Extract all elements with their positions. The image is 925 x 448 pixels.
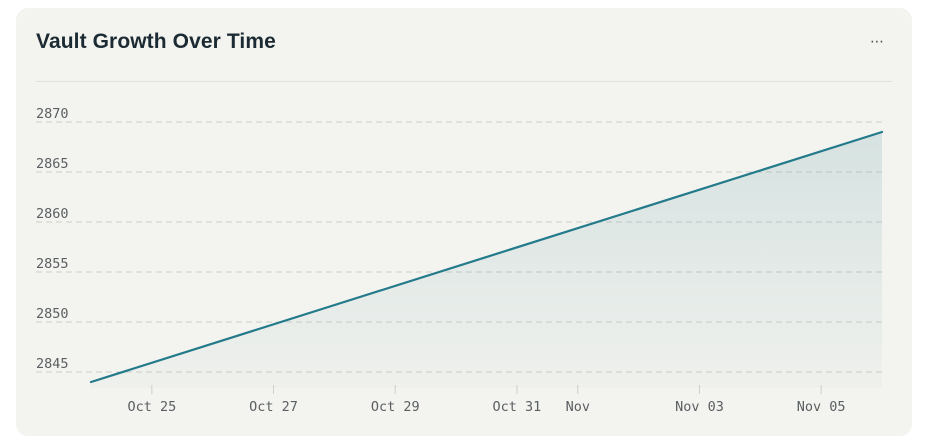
y-tick-label: 2860: [36, 206, 69, 222]
y-axis: 2845 2850 2855 2860 2865 2870: [36, 106, 69, 372]
y-tick-label: 2870: [36, 106, 69, 122]
x-tick-label: Nov: [566, 399, 590, 415]
series-layer: [89, 130, 884, 388]
y-tick-label: 2850: [36, 306, 69, 322]
x-tick-label: Oct 29: [371, 399, 420, 415]
y-tick-label: 2865: [36, 156, 69, 172]
x-tick-label: Nov 03: [675, 399, 724, 415]
vault-growth-chart: 284528502855286028652870 Oct 25 Oct 27 Oct…: [36, 106, 884, 415]
x-tick-label: Nov 05: [797, 399, 846, 415]
chart-card: Vault Growth Over Time ⋯ 2845 2850 2855 286…: [16, 8, 912, 436]
x-axis: Oct 25 Oct 27 Oct 29 Oct 31 Nov Nov 03 Nov 05: [127, 385, 846, 415]
y-tick-label: 2845: [36, 356, 69, 372]
x-tick-label: Oct 25: [127, 399, 176, 415]
x-tick-label: Oct 27: [249, 399, 298, 415]
y-tick-label: 2855: [36, 256, 69, 272]
x-tick-label: Oct 31: [493, 399, 542, 415]
